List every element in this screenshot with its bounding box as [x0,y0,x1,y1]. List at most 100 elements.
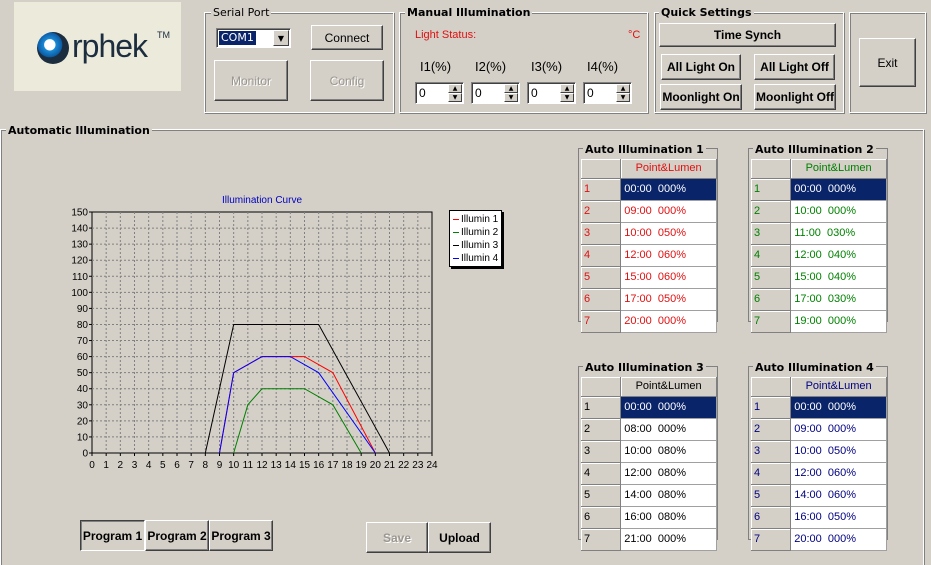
down-arrow-icon[interactable]: ▼ [616,93,630,102]
all-light-on-button[interactable]: All Light On [661,54,741,80]
table-row[interactable]: 2 08:00 000% [581,418,717,441]
row-index[interactable]: 4 [751,462,792,485]
point-lumen-cell[interactable]: 10:00 000% [790,200,887,223]
row-index[interactable]: 1 [581,178,622,201]
auto-illumination-table[interactable]: Point&Lumen 1 00:00 000% 2 08:00 000% 3 10:00 … [581,377,717,551]
auto-illumination-table[interactable]: Point&Lumen 1 00:00 000% 2 09:00 000% 3 10:00 … [751,377,887,551]
moonlight-off-button[interactable]: Moonlight Off [754,84,836,110]
upload-button[interactable]: Upload [428,522,491,553]
up-arrow-icon[interactable]: ▲ [560,84,574,93]
row-index[interactable]: 1 [751,396,792,419]
row-index[interactable]: 4 [581,462,622,485]
table-row[interactable]: 5 14:00 060% [751,484,887,507]
table-row[interactable]: 7 20:00 000% [751,528,887,551]
point-lumen-cell[interactable]: 09:00 000% [620,200,717,223]
column-header[interactable]: Point&Lumen [620,159,717,179]
point-lumen-cell[interactable]: 15:00 040% [790,266,887,289]
point-lumen-cell[interactable]: 14:00 060% [790,484,887,507]
table-row[interactable]: 3 11:00 030% [751,222,887,245]
table-row[interactable]: 5 15:00 040% [751,266,887,289]
table-row[interactable]: 7 20:00 000% [581,310,717,333]
up-arrow-icon[interactable]: ▲ [616,84,630,93]
table-row[interactable]: 4 12:00 080% [581,462,717,485]
column-header[interactable]: Point&Lumen [620,377,717,397]
exit-button[interactable]: Exit [859,38,916,87]
point-lumen-cell[interactable]: 14:00 080% [620,484,717,507]
table-row[interactable]: 3 10:00 080% [581,440,717,463]
row-index[interactable]: 7 [581,310,622,333]
down-arrow-icon[interactable]: ▼ [560,93,574,102]
up-arrow-icon[interactable]: ▲ [448,84,462,93]
row-index[interactable]: 7 [751,310,792,333]
i4-spinner[interactable]: 0 ▲ ▼ [583,82,632,104]
point-lumen-cell[interactable]: 10:00 080% [620,440,717,463]
chevron-down-icon[interactable]: ▼ [273,30,289,46]
table-row[interactable]: 2 09:00 000% [751,418,887,441]
row-index[interactable]: 6 [751,288,792,311]
point-lumen-cell[interactable]: 12:00 060% [790,462,887,485]
point-lumen-cell[interactable]: 21:00 000% [620,528,717,551]
row-index[interactable]: 7 [581,528,622,551]
table-row[interactable]: 4 12:00 040% [751,244,887,267]
config-button[interactable]: Config [310,60,384,101]
point-lumen-cell[interactable]: 08:00 000% [620,418,717,441]
monitor-button[interactable]: Monitor [214,60,288,101]
point-lumen-cell[interactable]: 12:00 060% [620,244,717,267]
point-lumen-cell[interactable]: 09:00 000% [790,418,887,441]
row-index[interactable]: 4 [581,244,622,267]
row-index[interactable]: 3 [581,222,622,245]
point-lumen-cell[interactable]: 11:00 030% [790,222,887,245]
program-3-button[interactable]: Program 3 [209,520,273,551]
table-row[interactable]: 4 12:00 060% [751,462,887,485]
com-port-select[interactable]: COM1 ▼ [216,28,291,48]
point-lumen-cell[interactable]: 17:00 030% [790,288,887,311]
up-arrow-icon[interactable]: ▲ [504,84,518,93]
table-row[interactable]: 3 10:00 050% [751,440,887,463]
auto-illumination-table[interactable]: Point&Lumen 1 00:00 000% 2 09:00 000% 3 10:00 … [581,159,717,333]
point-lumen-cell[interactable]: 00:00 000% [620,178,717,201]
point-lumen-cell[interactable]: 12:00 080% [620,462,717,485]
row-index[interactable]: 6 [581,506,622,529]
i1-spinner[interactable]: 0 ▲ ▼ [415,82,464,104]
row-index[interactable]: 2 [751,418,792,441]
table-row[interactable]: 6 16:00 050% [751,506,887,529]
row-index[interactable]: 1 [751,178,792,201]
row-index[interactable]: 2 [581,200,622,223]
table-row[interactable]: 6 17:00 050% [581,288,717,311]
point-lumen-cell[interactable]: 17:00 050% [620,288,717,311]
row-index[interactable]: 6 [581,288,622,311]
row-index[interactable]: 3 [751,440,792,463]
table-row[interactable]: 6 16:00 080% [581,506,717,529]
point-lumen-cell[interactable]: 20:00 000% [790,528,887,551]
down-arrow-icon[interactable]: ▼ [448,93,462,102]
column-header[interactable]: Point&Lumen [790,377,887,397]
point-lumen-cell[interactable]: 12:00 040% [790,244,887,267]
table-row[interactable]: 1 00:00 000% [581,178,717,201]
table-row[interactable]: 2 09:00 000% [581,200,717,223]
row-index[interactable]: 3 [581,440,622,463]
point-lumen-cell[interactable]: 00:00 000% [620,396,717,419]
table-row[interactable]: 2 10:00 000% [751,200,887,223]
time-synch-button[interactable]: Time Synch [659,23,836,47]
i2-spinner[interactable]: 0 ▲ ▼ [471,82,520,104]
row-index[interactable]: 5 [581,266,622,289]
table-row[interactable]: 7 19:00 000% [751,310,887,333]
table-row[interactable]: 7 21:00 000% [581,528,717,551]
table-row[interactable]: 1 00:00 000% [751,396,887,419]
row-index[interactable]: 2 [751,200,792,223]
point-lumen-cell[interactable]: 15:00 060% [620,266,717,289]
table-row[interactable]: 1 00:00 000% [581,396,717,419]
point-lumen-cell[interactable]: 20:00 000% [620,310,717,333]
row-index[interactable]: 3 [751,222,792,245]
program-1-button[interactable]: Program 1 [80,520,145,551]
table-row[interactable]: 3 10:00 050% [581,222,717,245]
down-arrow-icon[interactable]: ▼ [504,93,518,102]
row-index[interactable]: 1 [581,396,622,419]
moonlight-on-button[interactable]: Moonlight On [660,84,742,110]
point-lumen-cell[interactable]: 19:00 000% [790,310,887,333]
point-lumen-cell[interactable]: 16:00 080% [620,506,717,529]
auto-illumination-table[interactable]: Point&Lumen 1 00:00 000% 2 10:00 000% 3 11:00 … [751,159,887,333]
row-index[interactable]: 7 [751,528,792,551]
i3-spinner[interactable]: 0 ▲ ▼ [527,82,576,104]
row-index[interactable]: 5 [751,266,792,289]
